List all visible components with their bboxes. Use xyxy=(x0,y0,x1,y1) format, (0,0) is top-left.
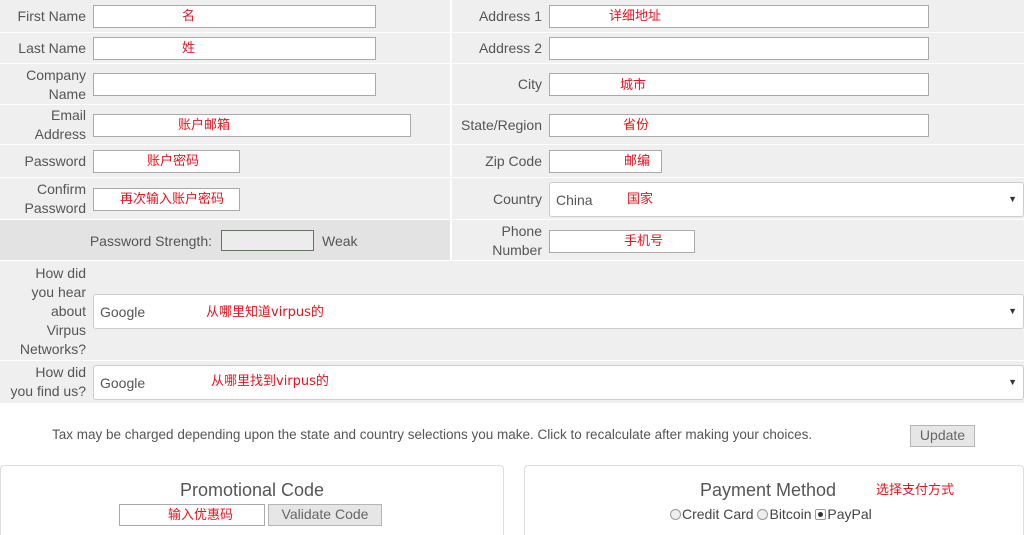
country-select-value: China xyxy=(556,192,593,208)
confirm-password-note: 再次输入账户密码 xyxy=(120,192,225,207)
update-button[interactable]: Update xyxy=(910,425,975,447)
state-region-input[interactable] xyxy=(549,114,929,137)
confirm-password-label: Confirm Password xyxy=(24,181,86,216)
payment-option-credit-card[interactable]: Credit Card xyxy=(670,506,754,522)
validate-code-button[interactable]: Validate Code xyxy=(268,504,382,526)
find-us-note: 从哪里找到virpus的 xyxy=(211,374,329,389)
email-note: 账户邮箱 xyxy=(178,118,231,133)
find-us-label: How did you find us? xyxy=(10,364,87,399)
company-name-input[interactable] xyxy=(93,73,376,96)
email-address-label: Email Address xyxy=(34,107,86,142)
hear-about-note: 从哪里知道virpus的 xyxy=(206,305,324,320)
company-name-label: Company Name xyxy=(26,67,86,102)
phone-number-input[interactable] xyxy=(549,230,695,253)
hear-about-select-value: Google xyxy=(100,304,146,320)
address2-input[interactable] xyxy=(549,37,929,60)
radio-checked-icon[interactable] xyxy=(815,509,827,520)
last-name-input[interactable] xyxy=(93,37,376,60)
password-label: Password xyxy=(24,153,86,169)
address1-note: 详细地址 xyxy=(609,9,662,24)
city-input[interactable] xyxy=(549,73,929,96)
promo-code-title: Promotional Code xyxy=(179,480,325,500)
country-label: Country xyxy=(492,191,542,207)
first-name-label: First Name xyxy=(17,8,86,24)
payment-options: Credit Card Bitcoin PayPal xyxy=(670,506,872,522)
country-select[interactable]: China ▼ xyxy=(549,182,1024,217)
password-strength-meter xyxy=(221,230,314,251)
tax-notice: Tax may be charged depending upon the st… xyxy=(52,427,813,442)
city-note: 城市 xyxy=(620,78,647,93)
payment-option-bitcoin[interactable]: Bitcoin xyxy=(757,506,812,522)
password-strength-value: Weak xyxy=(322,233,358,249)
state-region-label: State/Region xyxy=(461,117,542,133)
last-name-label: Last Name xyxy=(18,40,86,56)
promo-code-note: 输入优惠码 xyxy=(168,508,234,523)
last-name-note: 姓 xyxy=(182,41,196,56)
first-name-input[interactable] xyxy=(93,5,376,28)
radio-unchecked-icon[interactable] xyxy=(757,509,769,520)
payment-option-paypal[interactable]: PayPal xyxy=(815,506,872,522)
password-strength-label: Password Strength: xyxy=(89,233,212,249)
hear-about-label: How did you hear about Virpus Networks? xyxy=(19,265,86,357)
payment-method-title: Payment Method xyxy=(700,480,837,500)
address2-label: Address 2 xyxy=(478,40,542,56)
payment-method-note: 选择支付方式 xyxy=(876,483,955,498)
password-note: 账户密码 xyxy=(147,154,200,169)
zip-code-note: 邮编 xyxy=(624,154,651,169)
chevron-down-icon: ▼ xyxy=(1008,377,1017,387)
zip-code-label: Zip Code xyxy=(485,153,542,169)
find-us-select-value: Google xyxy=(100,375,146,391)
phone-number-label: Phone Number xyxy=(492,223,542,258)
state-region-note: 省份 xyxy=(623,118,650,133)
phone-number-note: 手机号 xyxy=(624,234,664,249)
email-input[interactable] xyxy=(93,114,411,137)
chevron-down-icon: ▼ xyxy=(1008,194,1017,204)
first-name-note: 名 xyxy=(182,9,196,24)
city-label: City xyxy=(517,76,542,92)
radio-unchecked-icon[interactable] xyxy=(670,509,681,520)
country-note: 国家 xyxy=(627,192,654,207)
chevron-down-icon: ▼ xyxy=(1008,306,1017,316)
address1-input[interactable] xyxy=(549,5,929,28)
address1-label: Address 1 xyxy=(478,8,542,24)
